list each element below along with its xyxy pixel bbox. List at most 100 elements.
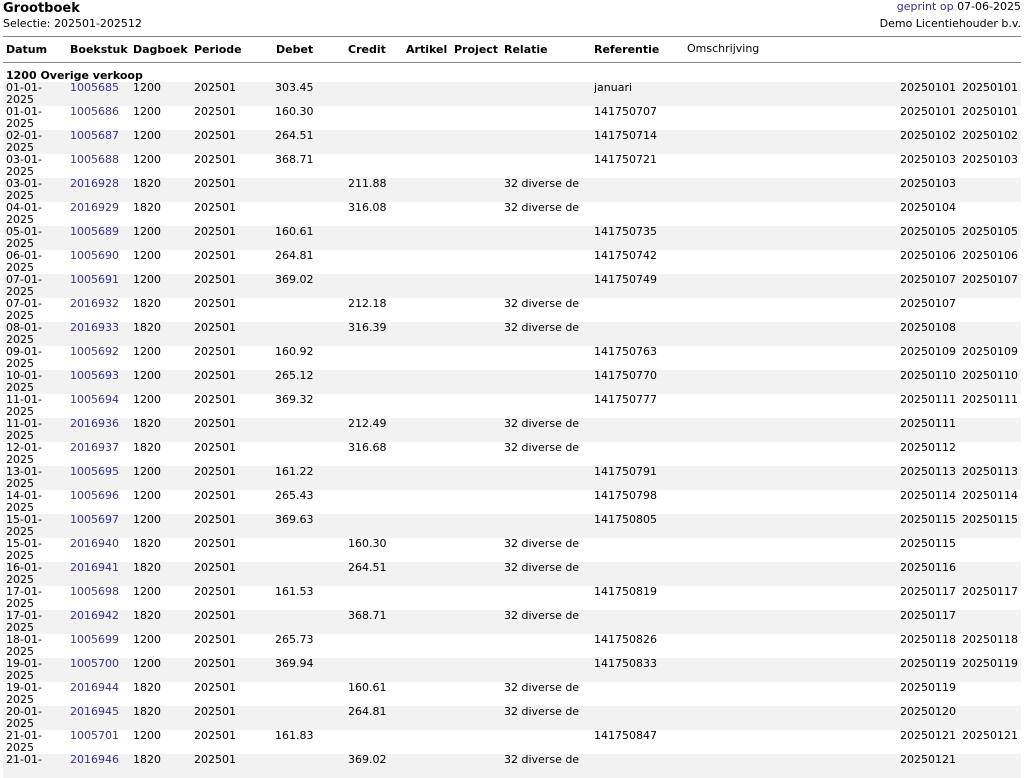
boekstuk-link[interactable]: 2016941: [70, 562, 119, 574]
cell-debet: 160.61: [275, 225, 314, 238]
cell-relatie: 32 diverse de: [504, 441, 580, 454]
cell-dagboek: 1820: [133, 537, 161, 550]
cell-dagboek: 1820: [133, 609, 161, 622]
cell-date-code: 20250102: [900, 129, 956, 142]
cell-date-code: 20250103: [900, 153, 956, 166]
cell-periode: 202501: [194, 513, 236, 526]
cell-date-code: 20250119: [900, 681, 956, 694]
boekstuk-link[interactable]: 1005696: [70, 490, 119, 502]
cell-date-code: 20250118: [900, 633, 956, 646]
cell-date: 11-01-2025: [6, 393, 42, 418]
cell-date: 03-01-2025: [6, 153, 42, 178]
boekstuk-link[interactable]: 2016936: [70, 418, 119, 430]
cell-date: 08-01-2025: [6, 321, 42, 346]
cell-referentie: 141750714: [594, 129, 657, 142]
cell-date: 14-01-2025: [6, 489, 42, 514]
boekstuk-link[interactable]: 1005690: [70, 250, 119, 262]
cell-debet: 161.22: [275, 465, 314, 478]
cell-relatie: 32 diverse de: [504, 417, 580, 430]
table-row: 17-01-2025 2016942 1820 202501 368.71 32 dive…: [3, 610, 1021, 634]
boekstuk-link[interactable]: 1005689: [70, 226, 119, 238]
boekstuk-link[interactable]: 2016933: [70, 322, 119, 334]
table-row: 02-01-2025 1005687 1200 202501 264.51 1417507…: [3, 130, 1021, 154]
boekstuk-link[interactable]: 2016929: [70, 202, 119, 214]
table-row: 17-01-2025 1005698 1200 202501 161.53 1417508…: [3, 586, 1021, 610]
cell-relatie: 32 diverse de: [504, 753, 580, 766]
cell-dagboek: 1200: [133, 345, 161, 358]
table-row: 09-01-2025 1005692 1200 202501 160.92 1417507…: [3, 346, 1021, 370]
cell-referentie: 141750721: [594, 153, 657, 166]
boekstuk-link[interactable]: 1005693: [70, 370, 119, 382]
boekstuk-link[interactable]: 1005686: [70, 106, 119, 118]
col-header-credit: Credit: [348, 43, 386, 56]
cell-date: 01-01-2025: [6, 105, 42, 130]
cell-date-code: 20250115: [900, 513, 956, 526]
table-row: 11-01-2025 1005694 1200 202501 369.32 1417507…: [3, 394, 1021, 418]
cell-dagboek: 1820: [133, 201, 161, 214]
cell-relatie: 32 diverse de: [504, 705, 580, 718]
boekstuk-link[interactable]: 2016946: [70, 754, 119, 766]
cell-referentie: 141750819: [594, 585, 657, 598]
table-row: 03-01-2025 1005688 1200 202501 368.71 1417507…: [3, 154, 1021, 178]
cell-referentie: 141750805: [594, 513, 657, 526]
table-row: 21-01- 2016946 1820 202501 369.02 32 diverse …: [3, 754, 1021, 778]
cell-date: 03-01-2025: [6, 177, 42, 202]
table-row: 20-01-2025 2016945 1820 202501 264.81 32 dive…: [3, 706, 1021, 730]
cell-periode: 202501: [194, 537, 236, 550]
cell-relatie: 32 diverse de: [504, 537, 580, 550]
boekstuk-link[interactable]: 1005698: [70, 586, 119, 598]
table-row: 13-01-2025 1005695 1200 202501 161.22 1417507…: [3, 466, 1021, 490]
boekstuk-link[interactable]: 1005699: [70, 634, 119, 646]
boekstuk-link[interactable]: 2016937: [70, 442, 119, 454]
boekstuk-link[interactable]: 1005692: [70, 346, 119, 358]
cell-dagboek: 1820: [133, 417, 161, 430]
cell-debet: 265.43: [275, 489, 314, 502]
boekstuk-link[interactable]: 2016932: [70, 298, 119, 310]
boekstuk-link[interactable]: 2016942: [70, 610, 119, 622]
boekstuk-link[interactable]: 1005701: [70, 730, 119, 742]
boekstuk-link[interactable]: 1005695: [70, 466, 119, 478]
table-row: 03-01-2025 2016928 1820 202501 211.88 32 dive…: [3, 178, 1021, 202]
cell-relatie: 32 diverse de: [504, 681, 580, 694]
cell-periode: 202501: [194, 609, 236, 622]
cell-referentie: 141750707: [594, 105, 657, 118]
table-row: 19-01-2025 2016944 1820 202501 160.61 32 dive…: [3, 682, 1021, 706]
cell-periode: 202501: [194, 369, 236, 382]
cell-periode: 202501: [194, 201, 236, 214]
boekstuk-link[interactable]: 2016944: [70, 682, 119, 694]
cell-date: 15-01-2025: [6, 537, 42, 562]
cell-date-code: 20250108: [900, 321, 956, 334]
cell-date: 18-01-2025: [6, 633, 42, 658]
boekstuk-link[interactable]: 1005700: [70, 658, 119, 670]
cell-date-code: 20250105: [900, 225, 956, 238]
table-row: 01-01-2025 1005686 1200 202501 160.30 1417507…: [3, 106, 1021, 130]
boekstuk-link[interactable]: 2016928: [70, 178, 119, 190]
cell-debet: 264.51: [275, 129, 314, 142]
cell-date: 17-01-2025: [6, 585, 42, 610]
cell-credit: 212.18: [348, 297, 387, 310]
boekstuk-link[interactable]: 1005688: [70, 154, 119, 166]
cell-referentie: 141750749: [594, 273, 657, 286]
cell-dagboek: 1200: [133, 249, 161, 262]
boekstuk-link[interactable]: 1005685: [70, 82, 119, 94]
cell-date: 19-01-2025: [6, 657, 42, 682]
col-header-project: Project: [454, 43, 499, 56]
cell-referentie: 141750833: [594, 657, 657, 670]
cell-dagboek: 1200: [133, 393, 161, 406]
table-row: 10-01-2025 1005693 1200 202501 265.12 1417507…: [3, 370, 1021, 394]
cell-referentie: 141750735: [594, 225, 657, 238]
boekstuk-link[interactable]: 2016945: [70, 706, 119, 718]
cell-dagboek: 1820: [133, 561, 161, 574]
boekstuk-link[interactable]: 2016940: [70, 538, 119, 550]
table-row: 21-01-2025 1005701 1200 202501 161.83 1417508…: [3, 730, 1021, 754]
boekstuk-link[interactable]: 1005694: [70, 394, 119, 406]
cell-dagboek: 1820: [133, 753, 161, 766]
boekstuk-link[interactable]: 1005687: [70, 130, 119, 142]
cell-dagboek: 1200: [133, 513, 161, 526]
cell-credit: 368.71: [348, 609, 387, 622]
boekstuk-link[interactable]: 1005697: [70, 514, 119, 526]
cell-date-code-2: 20250114: [962, 489, 1018, 502]
boekstuk-link[interactable]: 1005691: [70, 274, 119, 286]
cell-debet: 303.45: [275, 81, 314, 94]
cell-date: 17-01-2025: [6, 609, 42, 634]
